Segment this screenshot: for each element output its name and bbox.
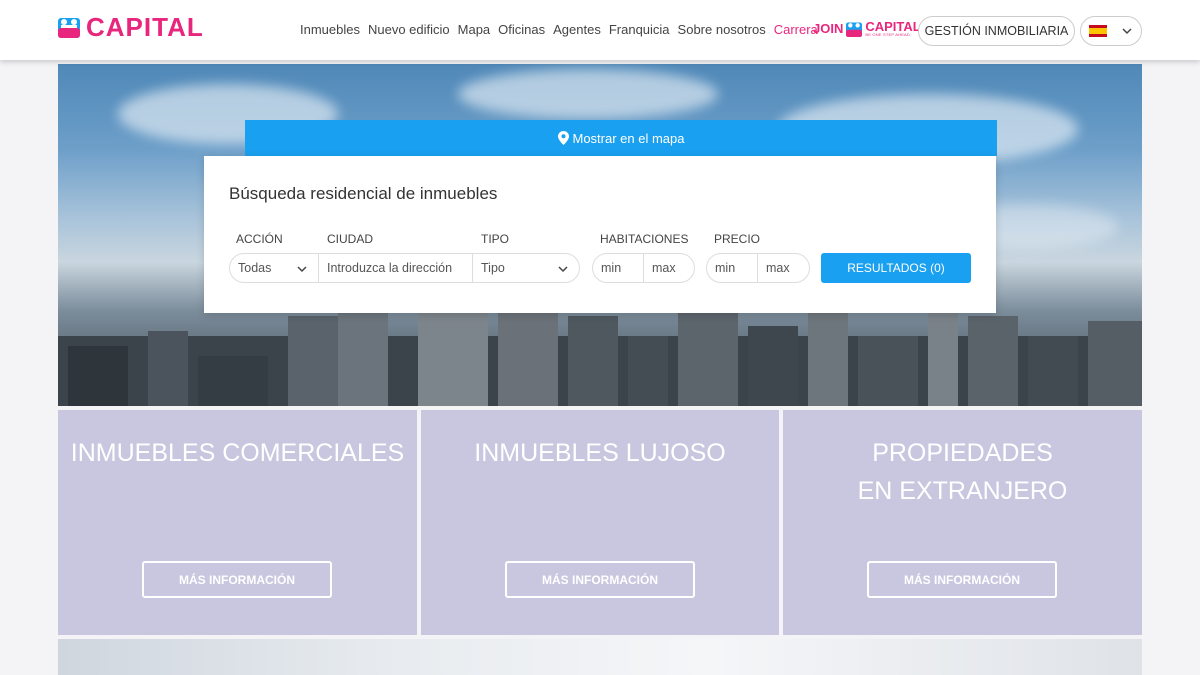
card-commercial: INMUEBLES COMERCIALES MÁS INFORMACIÓN <box>58 410 417 635</box>
bottom-banner-image <box>58 639 1142 675</box>
card-title-line1: PROPIEDADES <box>872 439 1053 467</box>
join-capital-logo[interactable]: JOIN CAPITAL BE ONE STEP AHEAD <box>813 20 921 37</box>
show-on-map-label: Mostrar en el mapa <box>572 130 685 146</box>
main-nav: Inmuebles Nuevo edificio Mapa Oficinas A… <box>300 22 818 37</box>
city-placeholder: Introduzca la dirección <box>327 261 453 275</box>
logo-mark-icon <box>58 18 80 38</box>
rooms-min-input[interactable]: min <box>592 253 644 283</box>
city-label: CIUDAD <box>327 232 374 246</box>
more-info-button[interactable]: MÁS INFORMACIÓN <box>142 561 332 598</box>
results-button[interactable]: RESULTADOS (0) <box>821 253 971 283</box>
nav-oficinas[interactable]: Oficinas <box>498 22 545 37</box>
join-word: JOIN <box>813 21 844 36</box>
join-brand-block: CAPITAL BE ONE STEP AHEAD <box>865 20 920 37</box>
nav-sobre-nosotros[interactable]: Sobre nosotros <box>678 22 766 37</box>
card-title-line1: INMUEBLES COMERCIALES <box>70 439 405 467</box>
show-on-map-button[interactable]: Mostrar en el mapa <box>245 120 997 156</box>
site-header: CAPITAL Inmuebles Nuevo edificio Mapa Of… <box>0 0 1200 60</box>
map-pin-icon <box>557 131 569 145</box>
card-title: INMUEBLES LUJOSO <box>421 434 779 472</box>
card-title-line2: EN EXTRANJERO <box>857 477 1068 505</box>
search-panel: Búsqueda residencial de inmuebles ACCIÓN… <box>204 156 996 313</box>
type-label: TIPO <box>481 232 510 246</box>
rooms-max-input[interactable]: max <box>643 253 695 283</box>
chevron-down-icon <box>1122 28 1132 35</box>
gestion-inmobiliaria-button[interactable]: GESTIÓN INMOBILIARIA <box>918 16 1075 46</box>
more-info-button[interactable]: MÁS INFORMACIÓN <box>867 561 1057 598</box>
chevron-down-icon <box>558 266 568 273</box>
price-max-placeholder: max <box>766 261 790 275</box>
card-title: INMUEBLES COMERCIALES <box>58 434 417 472</box>
price-min-input[interactable]: min <box>706 253 758 283</box>
nav-mapa[interactable]: Mapa <box>458 22 491 37</box>
join-logo-icon <box>846 21 863 37</box>
chevron-down-icon <box>297 266 307 273</box>
price-min-placeholder: min <box>715 261 736 275</box>
card-abroad: PROPIEDADES EN EXTRANJERO MÁS INFORMACIÓ… <box>783 410 1142 635</box>
price-max-input[interactable]: max <box>757 253 810 283</box>
capital-logo[interactable]: CAPITAL <box>58 11 204 42</box>
nav-carrera[interactable]: Carrera <box>774 22 818 37</box>
city-input[interactable]: Introduzca la dirección <box>318 253 473 283</box>
logo-text: CAPITAL <box>86 11 204 42</box>
nav-franquicia[interactable]: Franquicia <box>609 22 670 37</box>
language-selector[interactable] <box>1080 16 1142 46</box>
rooms-min-placeholder: min <box>601 261 622 275</box>
action-value: Todas <box>238 261 272 275</box>
type-value: Tipo <box>481 261 505 275</box>
card-title: PROPIEDADES EN EXTRANJERO <box>783 434 1142 510</box>
flag-es-icon <box>1089 25 1107 37</box>
action-label: ACCIÓN <box>236 232 283 246</box>
nav-nuevo-edificio[interactable]: Nuevo edificio <box>368 22 450 37</box>
card-title-line1: INMUEBLES LUJOSO <box>474 439 726 467</box>
action-select[interactable]: Todas <box>229 253 319 283</box>
rooms-label: HABITACIONES <box>600 232 689 246</box>
price-label: PRECIO <box>714 232 761 246</box>
search-title: Búsqueda residencial de inmuebles <box>229 184 498 203</box>
rooms-max-placeholder: max <box>652 261 676 275</box>
type-select[interactable]: Tipo <box>472 253 580 283</box>
nav-inmuebles[interactable]: Inmuebles <box>300 22 360 37</box>
card-luxury: INMUEBLES LUJOSO MÁS INFORMACIÓN <box>421 410 779 635</box>
join-tagline: BE ONE STEP AHEAD <box>865 32 911 37</box>
nav-agentes[interactable]: Agentes <box>553 22 601 37</box>
more-info-button[interactable]: MÁS INFORMACIÓN <box>505 561 695 598</box>
